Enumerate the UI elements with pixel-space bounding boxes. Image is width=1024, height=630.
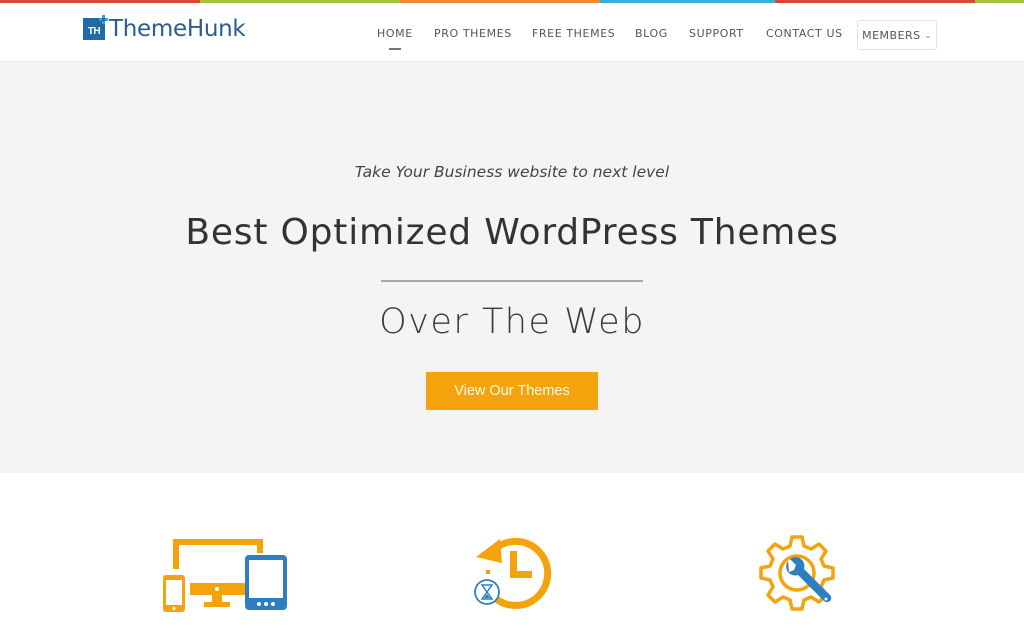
hero-subtitle: Over The Web — [379, 302, 645, 342]
nav-item-support[interactable]: SUPPORT — [689, 27, 744, 40]
nav-item-blog[interactable]: BLOG — [635, 27, 668, 40]
site-header: TH ThemeHunk HOME PRO THEMES FREE THEMES… — [0, 3, 1024, 62]
nav-item-pro-themes[interactable]: PRO THEMES — [434, 27, 512, 40]
features-section — [0, 473, 1024, 630]
history-clock-icon — [474, 537, 552, 609]
nav-item-contact-us[interactable]: CONTACT US — [766, 27, 843, 40]
responsive-devices-icon — [163, 539, 287, 612]
members-label: MEMBERS — [862, 28, 921, 42]
nav-label: CONTACT US — [766, 27, 843, 40]
hero-tagline: Take Your Business website to next level — [354, 163, 670, 181]
hero-title: Best Optimized WordPress Themes — [185, 212, 839, 253]
nav-label: SUPPORT — [689, 27, 744, 40]
chevron-down-icon: ⌄ — [924, 30, 932, 40]
nav-label: FREE THEMES — [532, 27, 616, 40]
gear-wrench-icon — [759, 535, 835, 611]
nav-label: HOME — [377, 27, 413, 40]
view-our-themes-button[interactable]: View Our Themes — [426, 372, 598, 410]
nav-item-home[interactable]: HOME — [377, 27, 413, 50]
nav-label: BLOG — [635, 27, 668, 40]
hero-divider — [381, 280, 643, 282]
hero-section: Take Your Business website to next level… — [0, 62, 1024, 473]
active-indicator — [388, 48, 401, 50]
members-dropdown-button[interactable]: MEMBERS ⌄ — [857, 20, 937, 50]
nav-label: PRO THEMES — [434, 27, 512, 40]
nav-item-free-themes[interactable]: FREE THEMES — [532, 27, 615, 40]
